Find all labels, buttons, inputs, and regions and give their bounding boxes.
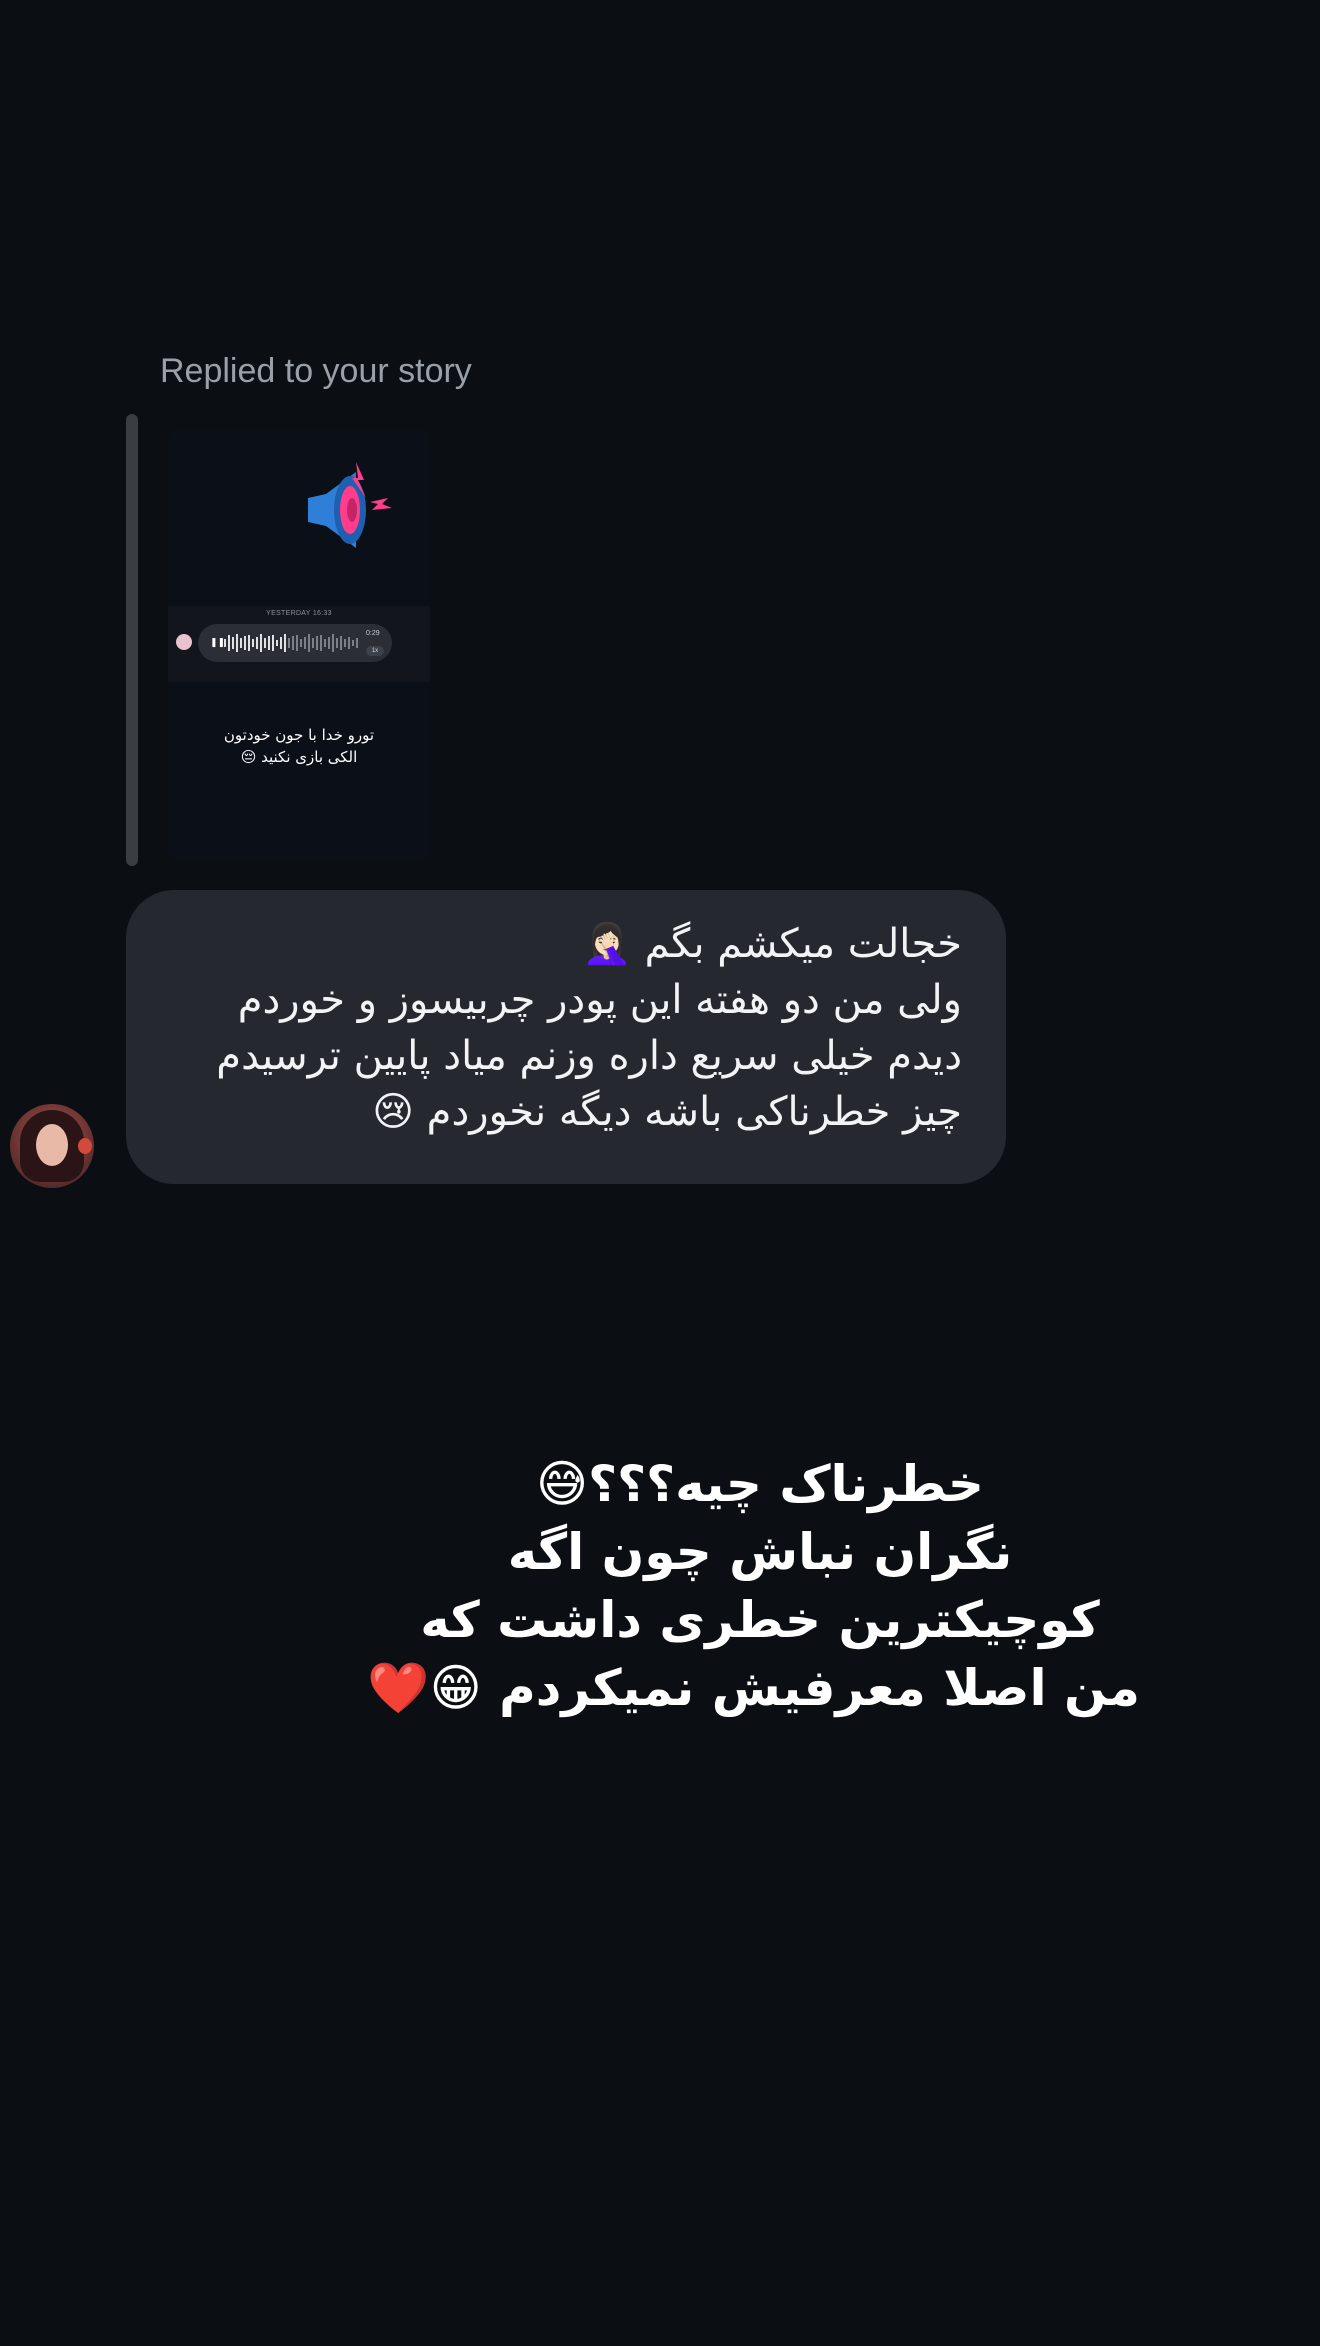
voice-speed-badge: 1x	[366, 646, 384, 656]
message-line: چیز خطرناکی باشه دیگه نخوردم 😢	[372, 1089, 962, 1135]
overlay-caption: خطرناک چیه؟؟؟😅 نگران نباش چون اگه کوچیکت…	[367, 1450, 1140, 1722]
sender-avatar[interactable]	[10, 1104, 94, 1188]
overlay-line: من اصلا معرفیش نمیکردم 😁❤️	[367, 1659, 1140, 1717]
message-line: دیدم خیلی سریع داره وزنم میاد پایین ترسی…	[216, 1033, 962, 1079]
story-avatar	[176, 634, 192, 650]
message-text: خجالت میکشم بگم 🤦🏻‍♀️ ولی من دو هفته این…	[142, 916, 962, 1140]
overlay-line: کوچیکترین خطری داشت که	[420, 1591, 1100, 1649]
story-caption: تورو خدا با جون خودتون الکی بازی نکنید 😔	[168, 724, 430, 768]
loudspeaker-icon	[308, 462, 392, 548]
story-caption-line: تورو خدا با جون خودتون	[223, 726, 375, 744]
pause-icon: ❚❚	[210, 638, 226, 648]
reply-quote-bar	[126, 414, 138, 866]
overlay-line: خطرناک چیه؟؟؟😅	[536, 1455, 984, 1513]
message-line: ولی من دو هفته این پودر چربیسوز و خوردم	[237, 977, 962, 1023]
overlay-line: نگران نباش چون اگه	[507, 1523, 1013, 1581]
story-thumbnail[interactable]: ❚❚ 0:29 1x YESTERDAY 16:33 تورو خدا با ج…	[168, 430, 430, 860]
message-bubble[interactable]: خجالت میکشم بگم 🤦🏻‍♀️ ولی من دو هفته این…	[126, 890, 1006, 1184]
story-timestamp: YESTERDAY 16:33	[266, 610, 332, 617]
story-caption-line: الکی بازی نکنید 😔	[240, 748, 358, 766]
story-voice-message-row: ❚❚ 0:29 1x	[168, 606, 430, 682]
replied-to-story-label: Replied to your story	[160, 352, 472, 390]
waveform-icon	[224, 634, 358, 652]
voice-duration: 0:29	[366, 630, 380, 637]
message-line: خجالت میکشم بگم 🤦🏻‍♀️	[582, 921, 962, 967]
story-voice-pill: ❚❚ 0:29 1x	[198, 624, 392, 662]
